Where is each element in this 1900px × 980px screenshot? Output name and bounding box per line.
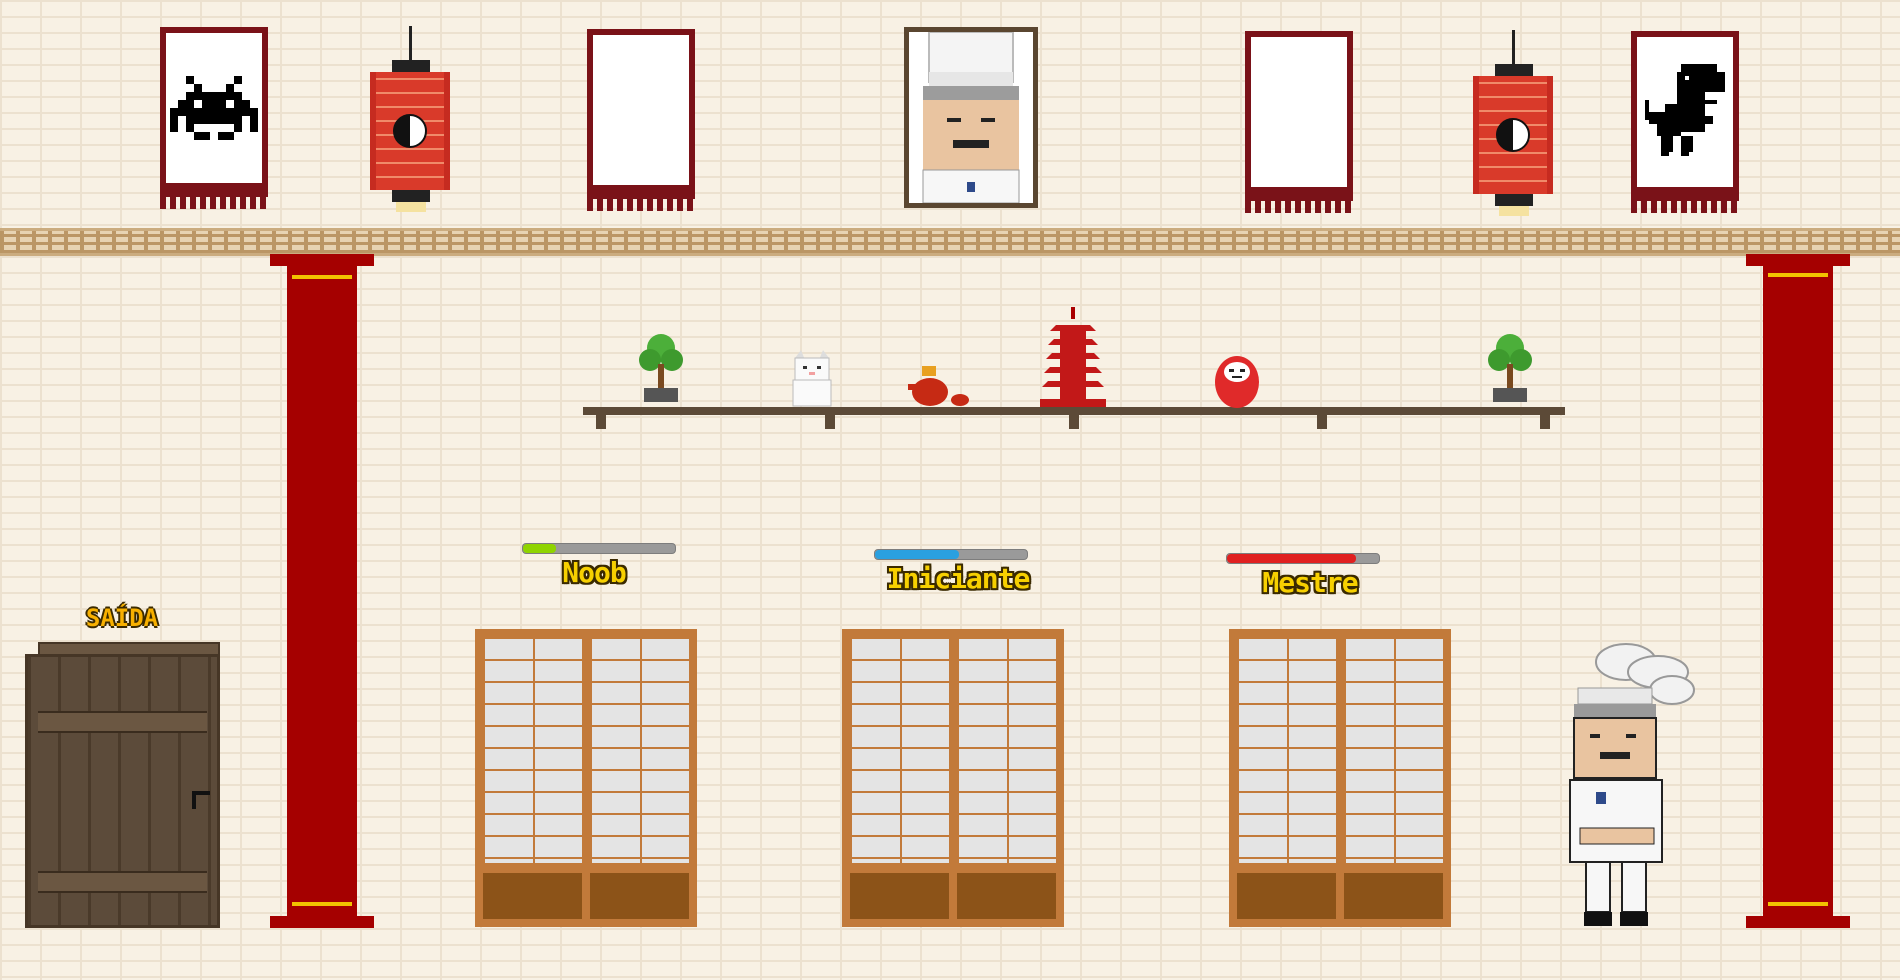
lantern-cap-left bbox=[392, 60, 430, 72]
chef-face-icon bbox=[922, 32, 1020, 203]
level-label-iniciante[interactable]: Iniciante bbox=[887, 562, 1031, 595]
level-label-mestre[interactable]: Mestre bbox=[1262, 566, 1358, 599]
level-door-mestre[interactable] bbox=[1229, 629, 1451, 927]
progress-fill-iniciante bbox=[875, 550, 959, 559]
level-label-noob[interactable]: Noob bbox=[562, 556, 626, 589]
shoji-base bbox=[957, 873, 1056, 919]
pillar-right-band-top bbox=[1768, 273, 1828, 277]
lantern-glow-right bbox=[1499, 206, 1529, 216]
pillar-right-base bbox=[1746, 916, 1850, 928]
pillar-left-band-top bbox=[292, 275, 352, 279]
shoji-panel bbox=[483, 637, 582, 863]
pillar-left-band-bottom bbox=[292, 902, 352, 906]
scroll-blank-left bbox=[587, 29, 695, 211]
exit-label[interactable]: SAÍDA bbox=[86, 604, 158, 632]
lantern-right bbox=[1473, 76, 1553, 194]
pillar-right bbox=[1763, 254, 1833, 920]
teapot-icon bbox=[908, 366, 969, 406]
lantern-glow-left bbox=[396, 202, 426, 212]
shoji-panel bbox=[1344, 637, 1443, 863]
shelf-leg bbox=[1540, 415, 1550, 429]
shelf-leg bbox=[596, 415, 606, 429]
chef-portrait bbox=[904, 27, 1038, 208]
daruma-icon bbox=[1215, 356, 1259, 408]
shoji-base bbox=[850, 873, 949, 919]
yin-yang-icon bbox=[393, 114, 427, 148]
space-invader-icon bbox=[170, 76, 258, 140]
shoji-base bbox=[1344, 873, 1443, 919]
chef-character bbox=[1569, 643, 1695, 926]
meander-border bbox=[0, 228, 1900, 256]
progress-fill-mestre bbox=[1227, 554, 1357, 563]
shoji-panel bbox=[590, 637, 689, 863]
scroll-dino bbox=[1631, 31, 1739, 213]
shelf-leg bbox=[825, 415, 835, 429]
bonsai-icon bbox=[1488, 334, 1532, 402]
door-beam-bottom bbox=[38, 871, 207, 893]
lantern-left bbox=[370, 72, 450, 190]
progress-fill-noob bbox=[523, 544, 557, 553]
shelf bbox=[583, 407, 1565, 415]
door-beam-top bbox=[38, 711, 207, 733]
lantern-bottom-left bbox=[392, 190, 430, 202]
shoji-base bbox=[590, 873, 689, 919]
bonsai-icon bbox=[639, 334, 683, 402]
shoji-panel bbox=[957, 637, 1056, 863]
level-door-iniciante[interactable] bbox=[842, 629, 1064, 927]
pillar-left-base bbox=[270, 916, 374, 928]
level-door-noob[interactable] bbox=[475, 629, 697, 927]
pagoda-icon bbox=[1040, 307, 1106, 407]
exit-door[interactable] bbox=[25, 654, 220, 928]
progress-bar-mestre bbox=[1226, 553, 1380, 564]
shoji-panel bbox=[850, 637, 949, 863]
lantern-bottom-right bbox=[1495, 194, 1533, 206]
lantern-wire-right bbox=[1512, 30, 1515, 66]
lucky-cat-icon bbox=[792, 350, 832, 407]
shelf-leg bbox=[1069, 415, 1079, 429]
pillar-left bbox=[287, 254, 357, 920]
shoji-base bbox=[1237, 873, 1336, 919]
shoji-panel bbox=[1237, 637, 1336, 863]
dino-icon bbox=[1645, 64, 1725, 156]
lantern-cap-right bbox=[1495, 64, 1533, 76]
progress-bar-noob bbox=[522, 543, 676, 554]
scroll-blank-right bbox=[1245, 31, 1353, 213]
yin-yang-icon bbox=[1496, 118, 1530, 152]
scroll-space-invader bbox=[160, 27, 268, 209]
shoji-base bbox=[483, 873, 582, 919]
door-handle-icon bbox=[192, 791, 210, 809]
lantern-wire-left bbox=[409, 26, 412, 62]
shelf-leg bbox=[1317, 415, 1327, 429]
progress-bar-iniciante bbox=[874, 549, 1028, 560]
pillar-right-band-bottom bbox=[1768, 902, 1828, 906]
